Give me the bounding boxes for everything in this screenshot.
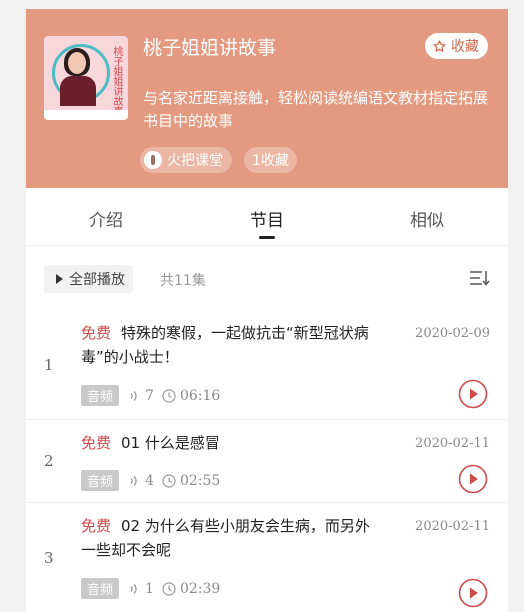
- episode-row[interactable]: 2 免费 01 什么是感冒 2020-02-11 音频 4 02:55: [26, 419, 508, 503]
- clock-icon: [162, 581, 176, 596]
- sort-icon[interactable]: [468, 267, 490, 289]
- play-count-value: 4: [145, 472, 154, 489]
- duration-value: 02:55: [179, 472, 221, 489]
- album-title: 桃子姐姐讲故事: [143, 37, 277, 59]
- play-all-button[interactable]: 全部播放: [44, 265, 133, 293]
- episode-date: 2020-02-09: [415, 326, 490, 341]
- episode-title-text: 01 什么是感冒: [121, 434, 220, 452]
- brand-tag[interactable]: 火把课堂: [140, 147, 232, 173]
- episode-title: 免费 01 什么是感冒: [81, 431, 381, 455]
- play-all-label: 全部播放: [69, 272, 125, 288]
- clock-icon: [162, 388, 176, 403]
- cover-body: [60, 76, 96, 106]
- app-frame: 桃子姐姐讲故事 桃子姐姐讲故事 收藏 与名家近距离接触，轻松阅读统编语文教材指定…: [26, 9, 508, 612]
- free-badge: 免费: [81, 324, 112, 342]
- duration: 02:55: [162, 473, 220, 489]
- type-badge: 音频: [81, 470, 120, 491]
- play-circle-icon[interactable]: [458, 578, 488, 608]
- active-tab-indicator: [259, 236, 275, 239]
- episode-date: 2020-02-11: [415, 436, 490, 451]
- play-triangle-icon: [56, 274, 63, 284]
- cover-face: [68, 52, 86, 74]
- duration-value: 02:39: [179, 580, 221, 597]
- tab-intro[interactable]: 介绍: [89, 206, 123, 231]
- play-count: 1: [127, 581, 154, 597]
- play-count: 7: [127, 388, 154, 404]
- episode-number: 2: [44, 452, 54, 470]
- brand-name: 火把课堂: [167, 153, 223, 169]
- episode-meta: 音频 7 06:16: [81, 385, 220, 406]
- sound-wave-icon: [130, 390, 137, 401]
- cover-footer: [44, 110, 128, 120]
- episode-meta: 音频 1 02:39: [81, 578, 220, 599]
- episode-row[interactable]: 3 免费 02 为什么有些小朋友会生病，而另外一些却不会呢 2020-02-11 …: [26, 502, 508, 612]
- album-description: 与名家近距离接触，轻松阅读统编语文教材指定拓展书目中的故事: [143, 89, 489, 130]
- duration: 06:16: [162, 388, 220, 404]
- play-count: 4: [127, 473, 154, 489]
- episode-row[interactable]: 1 免费 特殊的寒假，一起做抗击“新型冠状病毒”的小战士！ 2020-02-09 …: [26, 309, 508, 420]
- star-outline-icon: [433, 39, 446, 52]
- duration-value: 06:16: [179, 387, 221, 404]
- type-badge: 音频: [81, 385, 120, 406]
- album-header: 桃子姐姐讲故事 桃子姐姐讲故事 收藏 与名家近距离接触，轻松阅读统编语文教材指定…: [26, 9, 508, 188]
- favorites-count-tag: 1收藏: [244, 147, 297, 173]
- cover-title: 桃子姐姐讲故事: [111, 46, 122, 116]
- free-badge: 免费: [81, 434, 112, 452]
- torch-logo-icon: [144, 151, 162, 169]
- play-circle-icon[interactable]: [458, 464, 488, 494]
- play-count-value: 7: [145, 387, 154, 404]
- favorite-label: 收藏: [451, 39, 479, 55]
- episode-title-text: 02 为什么有些小朋友会生病，而另外一些却不会呢: [81, 517, 370, 559]
- episode-title-text: 特殊的寒假，一起做抗击“新型冠状病毒”的小战士！: [81, 324, 369, 366]
- sound-wave-icon: [130, 475, 137, 486]
- episode-meta: 音频 4 02:55: [81, 470, 220, 491]
- tab-similar[interactable]: 相似: [410, 206, 444, 231]
- album-cover: 桃子姐姐讲故事: [44, 36, 128, 120]
- play-circle-icon[interactable]: [458, 379, 488, 409]
- episode-total: 共11集: [160, 273, 206, 289]
- tab-bar: 介绍 节目 相似: [26, 188, 508, 246]
- type-badge: 音频: [81, 578, 120, 599]
- episode-toolbar: 全部播放 共11集: [26, 255, 508, 299]
- episode-number: 1: [44, 356, 54, 374]
- clock-icon: [162, 473, 176, 488]
- tab-episodes[interactable]: 节目: [250, 206, 284, 231]
- free-badge: 免费: [81, 517, 112, 535]
- duration: 02:39: [162, 581, 220, 597]
- favorite-button[interactable]: 收藏: [425, 33, 488, 59]
- episode-title: 免费 特殊的寒假，一起做抗击“新型冠状病毒”的小战士！: [81, 321, 381, 369]
- episode-date: 2020-02-11: [415, 519, 490, 534]
- episode-number: 3: [44, 549, 54, 567]
- sound-wave-icon: [130, 583, 137, 594]
- episode-title: 免费 02 为什么有些小朋友会生病，而另外一些却不会呢: [81, 514, 381, 562]
- play-count-value: 1: [145, 580, 154, 597]
